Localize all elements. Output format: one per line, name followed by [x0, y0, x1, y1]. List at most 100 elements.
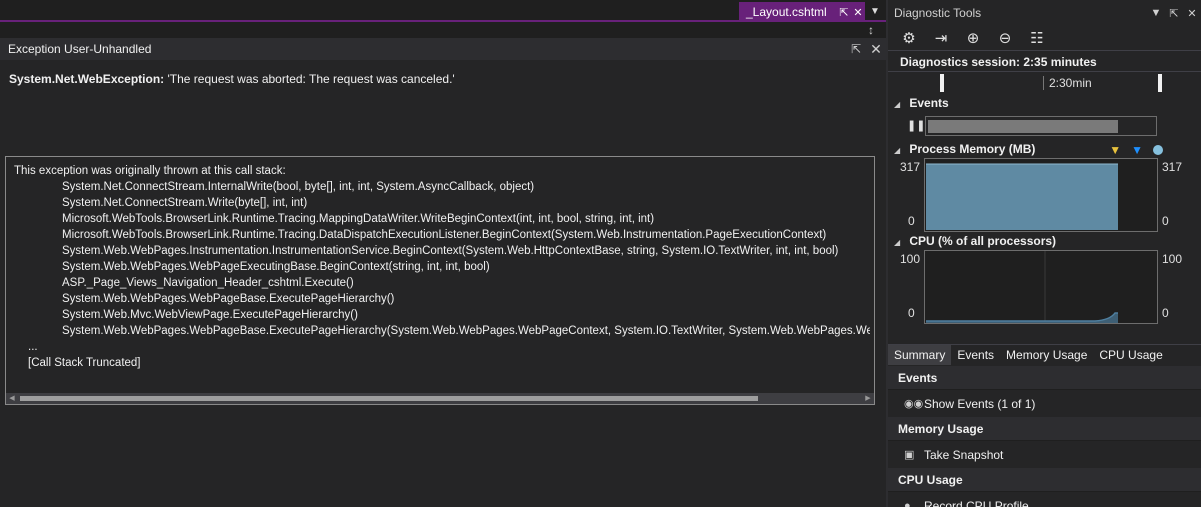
cpu-label: CPU (% of all processors)	[909, 234, 1057, 248]
memory-max-left: 317	[900, 160, 921, 174]
cpu-section-label[interactable]: ◢ CPU (% of all processors)	[888, 232, 1201, 250]
session-duration: Diagnostics session: 2:35 minutes	[888, 50, 1201, 72]
stack-frame: ASP._Page_Views_Navigation_Header_cshtml…	[62, 277, 354, 289]
call-stack-box[interactable]: This exception was originally thrown at …	[5, 156, 875, 405]
record-icon: ●	[904, 499, 911, 507]
call-stack-header: This exception was originally thrown at …	[14, 165, 286, 177]
tab-memory-usage[interactable]: Memory Usage	[1000, 345, 1093, 365]
exception-title: Exception User-Unhandled	[8, 42, 152, 56]
document-tab-strip: _Layout.cshtml ⇱ ✕ ▼	[0, 0, 886, 22]
cpu-chart-row: 100 0 100 0	[888, 250, 1201, 324]
private-bytes-dot-icon	[1153, 145, 1163, 155]
close-icon[interactable]: ✕	[1183, 7, 1201, 20]
gc-marker-icon: ▼	[1109, 143, 1122, 157]
ruler-selection-start[interactable]	[940, 74, 944, 92]
document-tab-title: _Layout.cshtml	[746, 5, 827, 19]
summary-view: Events ◉◉ Show Events (1 of 1) Memory Us…	[888, 366, 1201, 507]
cpu-max-left: 100	[900, 252, 921, 266]
events-timeline: ❚❚	[888, 112, 1201, 140]
exception-type: System.Net.WebException:	[9, 72, 165, 86]
split-window-icon[interactable]: ↕	[864, 23, 878, 37]
tab-summary[interactable]: Summary	[888, 345, 952, 365]
pin-icon[interactable]: ⇱	[837, 6, 851, 19]
events-track[interactable]	[925, 116, 1157, 136]
cpu-chart-svg	[926, 251, 1118, 323]
export-icon[interactable]: ⇥	[930, 28, 952, 48]
exception-header: Exception User-Unhandled ⇱ ✕	[0, 38, 886, 60]
cpu-min-right: 0	[1162, 306, 1169, 320]
diagnostic-tabs: Summary Events Memory Usage CPU Usage	[888, 344, 1201, 365]
stack-frame: Microsoft.WebTools.BrowserLink.Runtime.T…	[62, 213, 655, 225]
stack-frame: System.Web.WebPages.Instrumentation.Inst…	[62, 245, 839, 257]
take-snapshot-button[interactable]: ▣ Take Snapshot	[888, 441, 1201, 468]
stack-frame: System.Web.WebPages.WebPageBase.ExecuteP…	[62, 325, 870, 337]
memory-chart[interactable]	[924, 158, 1158, 232]
panel-title: Diagnostic Tools	[894, 6, 982, 20]
snapshot-marker-icon: ▼	[1131, 143, 1143, 157]
cpu-min-left: 0	[908, 306, 915, 320]
document-tab-layout[interactable]: _Layout.cshtml ⇱ ✕	[739, 2, 865, 22]
scroll-right-icon[interactable]: ▶	[862, 393, 874, 404]
events-section-label[interactable]: ◢ Events	[888, 94, 1201, 112]
pin-icon[interactable]: ⇱	[846, 42, 866, 56]
stack-frame: System.Web.WebPages.WebPageBase.ExecuteP…	[62, 293, 395, 305]
summary-events-header: Events	[888, 366, 1201, 390]
stack-frame: System.Web.Mvc.WebViewPage.ExecutePageHi…	[62, 309, 358, 321]
zoom-out-icon[interactable]: ⊖	[994, 28, 1016, 48]
stack-truncated: [Call Stack Truncated]	[28, 357, 141, 369]
memory-section-label[interactable]: ◢ Process Memory (MB) ▼ ▼	[888, 140, 1201, 158]
gear-icon[interactable]: ⚙	[898, 28, 920, 48]
tab-events[interactable]: Events	[951, 345, 1000, 365]
stack-frame: System.Net.ConnectStream.InternalWrite(b…	[62, 181, 535, 193]
horizontal-scrollbar[interactable]: ◀ ▶	[6, 393, 874, 404]
camera-icon: ▣	[904, 449, 915, 461]
memory-legend: ▼ ▼	[1109, 141, 1163, 159]
events-label: Events	[909, 96, 949, 110]
zoom-in-icon[interactable]: ⊕	[962, 28, 984, 48]
ruler-tick	[1043, 76, 1044, 90]
events-bar	[928, 120, 1118, 133]
summary-cpu-header: CPU Usage	[888, 468, 1201, 492]
memory-min-left: 0	[908, 214, 915, 228]
chevron-down-icon[interactable]: ▼	[868, 4, 882, 20]
exception-message-text: 'The request was aborted: The request wa…	[167, 72, 455, 86]
record-cpu-profile-button[interactable]: ● Record CPU Profile	[888, 492, 1201, 507]
stack-ellipsis: ...	[28, 341, 38, 353]
break-event-icon: ❚❚	[907, 120, 926, 132]
cpu-line	[926, 312, 1118, 322]
tab-cpu-usage[interactable]: CPU Usage	[1093, 345, 1168, 365]
memory-area	[926, 164, 1118, 230]
memory-max-right: 317	[1162, 160, 1183, 174]
cpu-max-right: 100	[1162, 252, 1183, 266]
stack-frame: System.Web.WebPages.WebPageExecutingBase…	[62, 261, 490, 273]
call-stack-content: This exception was originally thrown at …	[14, 163, 870, 385]
record-cpu-label: Record CPU Profile	[924, 498, 1029, 507]
memory-chart-row: 317 0 317 0	[888, 158, 1201, 232]
ruler-selection-end[interactable]	[1158, 74, 1162, 92]
summary-memory-header: Memory Usage	[888, 417, 1201, 441]
diagnostic-tools-titlebar: Diagnostic Tools ▼ ⇱ ✕	[888, 0, 1201, 26]
stack-frame: System.Net.ConnectStream.Write(byte[], i…	[62, 197, 308, 209]
timeline-ruler[interactable]: 2:30min	[888, 72, 1201, 94]
close-icon[interactable]: ✕	[851, 6, 865, 19]
chevron-down-icon[interactable]: ▼	[1147, 7, 1165, 19]
cpu-chart[interactable]	[924, 250, 1158, 324]
diagnostic-tools-panel: Diagnostic Tools ▼ ⇱ ✕ ⚙ ⇥ ⊕ ⊖ ☷ Diagnos…	[886, 0, 1201, 507]
memory-min-right: 0	[1162, 214, 1169, 228]
stack-frame: Microsoft.WebTools.BrowserLink.Runtime.T…	[62, 229, 827, 241]
scroll-left-icon[interactable]: ◀	[6, 393, 18, 404]
show-events-label: Show Events (1 of 1)	[924, 396, 1036, 411]
show-events-link[interactable]: ◉◉ Show Events (1 of 1)	[888, 390, 1201, 417]
take-snapshot-label: Take Snapshot	[924, 447, 1004, 462]
events-icon: ◉◉	[904, 398, 924, 410]
reset-zoom-icon[interactable]: ☷	[1026, 28, 1048, 48]
memory-label: Process Memory (MB)	[909, 142, 1036, 156]
exception-helper-panel: Exception User-Unhandled ⇱ ✕ System.Net.…	[0, 38, 886, 507]
memory-chart-svg	[926, 163, 1118, 230]
exception-message: System.Net.WebException: 'The request wa…	[9, 72, 455, 86]
ruler-label: 2:30min	[1049, 76, 1092, 90]
editor-area: _Layout.cshtml ⇱ ✕ ▼ ↕ Exception User-Un…	[0, 0, 886, 507]
scrollbar-thumb[interactable]	[20, 396, 758, 401]
pin-icon[interactable]: ⇱	[1165, 7, 1183, 20]
close-icon[interactable]: ✕	[866, 41, 886, 58]
